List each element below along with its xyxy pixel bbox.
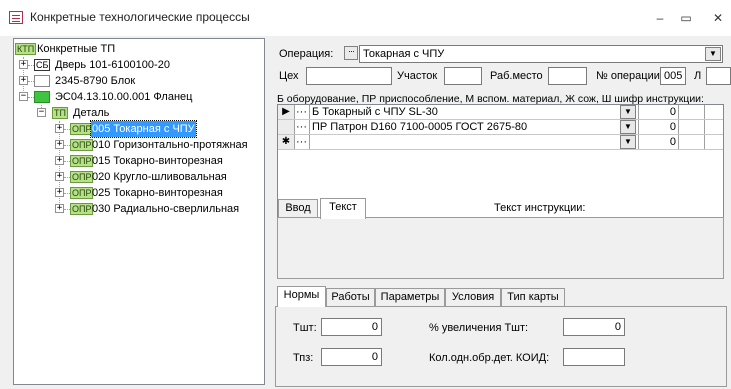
expand-icon[interactable]: + — [19, 76, 28, 85]
table-row[interactable]: ▶ ··· Б Токарный с ЧПУ SL-30 ▼ 0 — [278, 105, 723, 120]
collapse-icon[interactable]: − — [37, 108, 46, 117]
expand-icon[interactable]: + — [55, 172, 64, 181]
tree-item[interactable]: − ЭС04.13.10.00.001 Фланец — [19, 89, 249, 105]
op-number-label: № операции — [596, 70, 660, 82]
cex-field[interactable] — [306, 67, 392, 85]
window-title: Конкретные технологические процессы — [30, 10, 250, 24]
tree-item-operation[interactable]: + ОПР 015 Токарно-винторезная — [55, 153, 255, 169]
l-label: Л — [694, 70, 702, 82]
uchastok-field[interactable] — [444, 67, 482, 85]
rabmesto-label: Раб.место — [490, 70, 543, 82]
ktp-icon: КТП — [15, 43, 37, 55]
chevron-down-icon[interactable]: ▼ — [620, 105, 636, 119]
row-extra[interactable] — [679, 135, 705, 149]
opr-icon: ОПР — [70, 139, 94, 151]
koid-label: Кол.одн.обр.дет. КОИД: — [429, 352, 550, 364]
collapse-icon[interactable]: − — [19, 92, 28, 101]
tab-normy[interactable]: Нормы — [277, 286, 326, 307]
l-field[interactable] — [706, 67, 731, 85]
expand-icon[interactable]: + — [55, 156, 64, 165]
instruction-text-area[interactable] — [277, 217, 724, 279]
uvel-label: % увеличения Тшт: — [429, 322, 529, 334]
table-row[interactable]: ··· ПР Патрон D160 7100-0005 ГОСТ 2675-8… — [278, 120, 723, 135]
koid-field[interactable] — [563, 348, 625, 366]
op-number-field[interactable]: 005 — [660, 67, 686, 85]
instruction-title: Текст инструкции: — [494, 202, 586, 214]
operation-lookup-button[interactable]: ··· — [344, 46, 358, 60]
uchastok-label: Участок — [397, 70, 438, 82]
tree-item-operation[interactable]: + ОПР 030 Радиально-сверлильная — [55, 201, 260, 217]
row-extra[interactable] — [679, 105, 705, 119]
tree-item[interactable]: + СБ Дверь 101-6100100-20 — [19, 57, 219, 73]
main-window: Конкретные технологические процессы ‒ ▭ … — [0, 0, 731, 389]
tpz-field[interactable]: 0 — [321, 348, 382, 366]
chevron-down-icon[interactable]: ▼ — [620, 135, 636, 149]
row-value[interactable]: Б Токарный с ЧПУ SL-30 — [310, 105, 639, 119]
row-lookup-button[interactable]: ··· — [296, 105, 310, 119]
opr-icon: ОПР — [70, 155, 94, 167]
expand-icon[interactable]: + — [55, 124, 64, 133]
operation-panel: Операция: ··· Токарная с ЧПУ ▼ Цех Участ… — [270, 38, 731, 389]
close-button[interactable]: ✕ — [703, 8, 731, 28]
opr-icon: ОПР — [70, 187, 94, 199]
row-number[interactable]: 0 — [639, 120, 679, 134]
tsht-field[interactable]: 0 — [321, 318, 382, 336]
tree-item-operation-selected[interactable]: + ОПР 005 Токарная с ЧПУ — [55, 120, 255, 138]
chevron-down-icon[interactable]: ▼ — [620, 120, 636, 134]
blank-icon — [34, 75, 50, 87]
row-lookup-button[interactable]: ··· — [296, 120, 310, 134]
chevron-down-icon[interactable]: ▼ — [705, 47, 721, 61]
title-bar: Конкретные технологические процессы ‒ ▭ … — [0, 0, 731, 36]
tab-tekst[interactable]: Текст — [320, 198, 366, 219]
maximize-button[interactable]: ▭ — [671, 8, 701, 28]
row-selector[interactable]: ▶ — [278, 105, 295, 119]
row-value[interactable]: ПР Патрон D160 7100-0005 ГОСТ 2675-80 — [310, 120, 639, 134]
row-selector[interactable] — [278, 120, 295, 134]
tree-item[interactable]: + 2345-8790 Блок — [19, 73, 219, 89]
tab-tip-karty[interactable]: Тип карты — [501, 288, 565, 307]
opr-icon: ОПР — [70, 203, 94, 215]
tab-raboty[interactable]: Работы — [326, 288, 375, 307]
table-row-new[interactable]: ✱ ··· ▼ 0 — [278, 135, 723, 150]
process-tree[interactable]: КТП Конкретные ТП + СБ Дверь 101-6100100… — [13, 38, 265, 385]
tab-usloviya[interactable]: Условия — [445, 288, 501, 307]
opr-icon: ОПР — [70, 123, 94, 135]
cex-label: Цех — [279, 70, 299, 82]
expand-icon[interactable]: + — [55, 204, 64, 213]
operation-label: Операция: — [279, 48, 334, 60]
expand-icon[interactable]: + — [55, 140, 64, 149]
tp-icon: ТП — [52, 107, 68, 119]
row-value[interactable] — [310, 135, 639, 149]
rabmesto-field[interactable] — [548, 67, 587, 85]
detail-icon — [34, 91, 50, 103]
tree-item-operation[interactable]: + ОПР 025 Токарно-винторезная — [55, 185, 255, 201]
app-icon — [9, 11, 23, 24]
tpz-label: Тпз: — [293, 352, 314, 364]
tab-vvod[interactable]: Ввод — [278, 199, 318, 218]
norms-pane: Тшт: 0 Тпз: 0 % увеличения Тшт: 0 Кол.од… — [275, 306, 727, 387]
expand-icon[interactable]: + — [55, 188, 64, 197]
tree-item-operation[interactable]: + ОПР 010 Горизонтально-протяжная — [55, 137, 265, 153]
uvel-field[interactable]: 0 — [563, 318, 625, 336]
row-number[interactable]: 0 — [639, 135, 679, 149]
tree-item[interactable]: − ТП Деталь — [37, 105, 237, 121]
row-number[interactable]: 0 — [639, 105, 679, 119]
expand-icon[interactable]: + — [19, 60, 28, 69]
opr-icon: ОПР — [70, 171, 94, 183]
row-extra[interactable] — [679, 120, 705, 134]
new-row-icon[interactable]: ✱ — [278, 135, 295, 149]
tree-item-operation[interactable]: + ОПР 020 Кругло-шливовальная — [55, 169, 255, 185]
tab-parametry[interactable]: Параметры — [375, 288, 445, 307]
sb-icon: СБ — [34, 59, 51, 71]
tsht-label: Тшт: — [293, 322, 317, 334]
row-lookup-button[interactable]: ··· — [296, 135, 310, 149]
tree-root-label: Конкретные ТП — [37, 43, 116, 55]
operation-select[interactable]: Токарная с ЧПУ — [359, 45, 723, 63]
